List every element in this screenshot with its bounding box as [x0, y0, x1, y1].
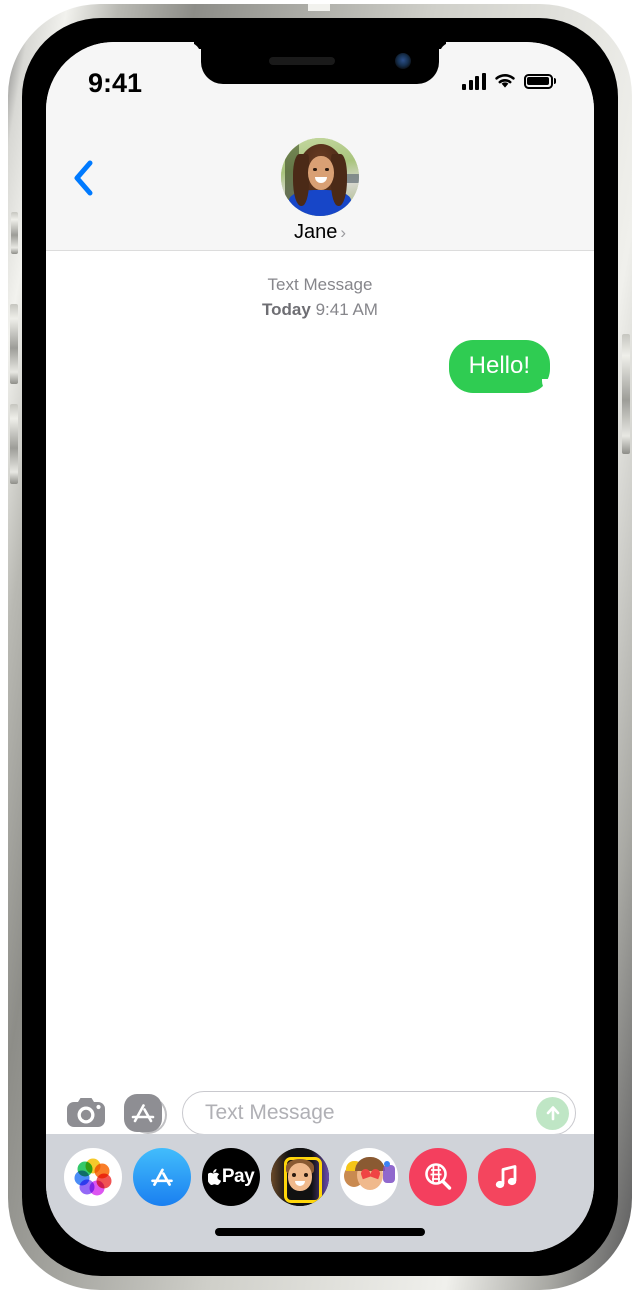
app-icon-images[interactable]	[409, 1148, 467, 1206]
timestamp-time: 9:41 AM	[310, 299, 378, 319]
status-bar-indicators	[462, 68, 556, 94]
stickers-icon	[342, 1157, 396, 1197]
app-store-icon	[124, 1094, 162, 1132]
app-icon-apple-pay[interactable]: Pay	[202, 1148, 260, 1206]
app-store-button[interactable]	[122, 1092, 167, 1134]
timestamp-day: Today	[262, 299, 311, 319]
message-bubble-sent[interactable]: Hello!	[448, 340, 556, 394]
send-button[interactable]	[536, 1096, 569, 1130]
camera-button[interactable]	[64, 1095, 108, 1131]
apple-logo-icon	[207, 1169, 221, 1185]
message-thread[interactable]: Text Message Today 9:41 AM Hello!	[46, 251, 594, 1092]
message-input[interactable]	[203, 1100, 536, 1126]
speaker-grille-icon	[269, 57, 335, 65]
app-icon-photos[interactable]	[64, 1148, 122, 1206]
volume-down-button[interactable]	[10, 404, 18, 484]
chevron-right-icon: ›	[340, 223, 347, 242]
front-camera-icon	[395, 53, 411, 69]
app-icon-stickers[interactable]	[340, 1148, 398, 1206]
phone-device-frame: 9:41 Jane › Text Message Today 9:41 AM H…	[8, 4, 632, 1290]
contact-name-button[interactable]: Jane ›	[46, 222, 594, 242]
power-button[interactable]	[622, 334, 630, 454]
apple-pay-label: Pay	[221, 1166, 255, 1187]
conversation-header: Jane ›	[46, 128, 594, 251]
app-store-icon	[151, 1168, 173, 1186]
chevron-left-icon	[74, 160, 93, 196]
message-input-field[interactable]	[182, 1091, 576, 1135]
phone-screen: 9:41 Jane › Text Message Today 9:41 AM H…	[46, 42, 594, 1252]
app-icon-app-store[interactable]	[133, 1148, 191, 1206]
avatar[interactable]	[281, 138, 359, 216]
status-bar-time: 9:41	[88, 68, 143, 98]
app-icon-memoji[interactable]	[271, 1148, 329, 1206]
volume-up-button[interactable]	[10, 304, 18, 384]
contact-name: Jane	[293, 221, 338, 243]
phone-bezel: 9:41 Jane › Text Message Today 9:41 AM H…	[22, 18, 618, 1276]
back-button[interactable]	[62, 156, 106, 200]
app-icon-music[interactable]	[478, 1148, 536, 1206]
memoji-face	[288, 1163, 312, 1191]
apple-pay-icon: Pay	[207, 1166, 255, 1188]
mute-switch[interactable]	[11, 212, 18, 254]
images-search-icon	[425, 1163, 452, 1190]
message-service-label: Text Message	[267, 275, 373, 294]
message-row-sent: Hello!	[46, 340, 594, 394]
photos-icon	[74, 1158, 112, 1196]
music-note-icon	[495, 1165, 517, 1189]
battery-full-icon	[523, 73, 556, 89]
message-input-bar	[46, 1091, 594, 1135]
home-indicator[interactable]	[215, 1228, 425, 1236]
camera-icon	[67, 1098, 105, 1127]
message-timestamp: Today 9:41 AM	[46, 298, 594, 323]
wifi-icon	[494, 74, 515, 88]
send-arrow-up-icon	[546, 1106, 559, 1121]
bubble-tail-icon	[534, 371, 556, 394]
cellular-bars-icon	[462, 72, 486, 90]
thread-timestamp-header: Text Message Today 9:41 AM	[46, 273, 594, 322]
antenna-band	[308, 4, 330, 11]
display-notch	[201, 42, 439, 84]
message-text: Hello!	[468, 352, 530, 380]
